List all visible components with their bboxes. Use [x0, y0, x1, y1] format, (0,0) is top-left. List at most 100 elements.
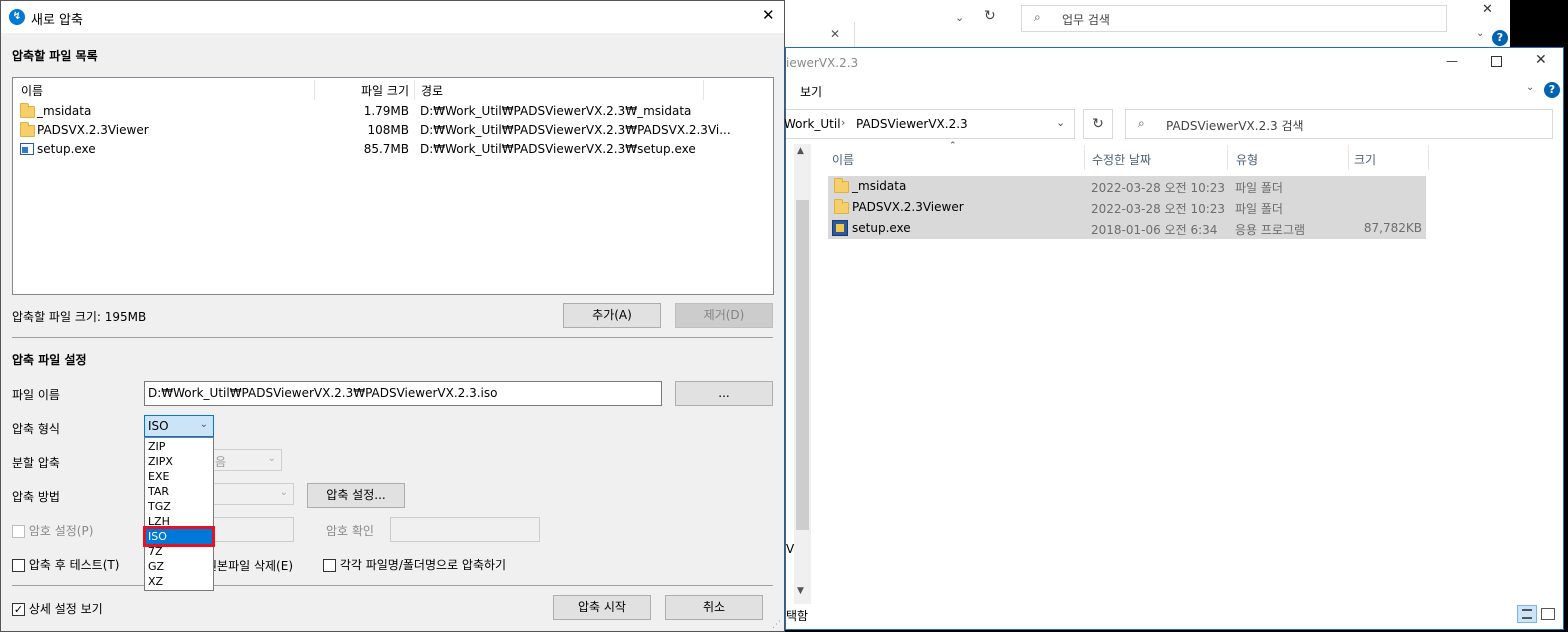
file-list[interactable]: 이름 파일 크기 경로 _msidata 1.79MB D:₩Work_Util…	[12, 77, 774, 295]
format-option-tgz[interactable]: TGZ	[146, 499, 212, 514]
remove-button[interactable]: 제거(D)	[675, 303, 773, 328]
scroll-thumb[interactable]	[796, 200, 809, 530]
format-select[interactable]: ISO ⌄	[144, 415, 214, 437]
checkbox-icon	[12, 525, 25, 538]
address-bar[interactable]: Work_Util › PADSViewerVX.2.3 ⌄	[784, 109, 1075, 139]
bg-search-box[interactable]: ⌕ 업무 검색	[1021, 5, 1447, 32]
section-settings-heading: 압축 파일 설정	[12, 353, 87, 367]
folder-icon	[20, 103, 35, 118]
each-file-label: 각각 파일명/폴더명으로 압축하기	[339, 558, 507, 572]
minimize-icon[interactable]: —	[1446, 54, 1458, 68]
add-button[interactable]: 추가(A)	[563, 303, 661, 328]
file-size: 87,782KB	[1363, 221, 1422, 235]
bg-fragment-close-icon[interactable]: ✕	[830, 27, 840, 41]
address-dropdown-icon[interactable]: ⌄	[1056, 116, 1065, 129]
list-header-size[interactable]: 파일 크기	[315, 82, 409, 99]
folder-icon	[20, 122, 35, 137]
column-header-date[interactable]: 수정한 날짜	[1092, 151, 1151, 168]
method-label: 압축 방법	[12, 490, 60, 504]
split-label: 분할 압축	[12, 456, 60, 470]
chevron-down-icon: ⌄	[279, 487, 288, 498]
delete-original-label[interactable]: 원본파일 삭제(E)	[206, 557, 293, 574]
format-option-zipx[interactable]: ZIPX	[146, 454, 212, 469]
password-label: 암호 설정(P)	[28, 524, 94, 538]
bg-close-icon[interactable]: ✕	[1482, 2, 1493, 17]
filename-label: 파일 이름	[12, 388, 60, 402]
scroll-up-icon[interactable]: ▲	[797, 146, 804, 156]
password-checkbox[interactable]: 암호 설정(P)	[12, 522, 93, 539]
list-header-name[interactable]: 이름	[21, 82, 43, 99]
password-confirm-label: 암호 확인	[326, 524, 374, 538]
test-checkbox[interactable]: 압축 후 테스트(T)	[12, 556, 119, 573]
format-option-7z[interactable]: 7Z	[146, 544, 212, 559]
format-option-zip[interactable]: ZIP	[146, 439, 212, 454]
help-icon[interactable]: ?	[1544, 82, 1560, 98]
close-icon[interactable]: ✕	[1535, 52, 1547, 68]
list-row[interactable]: setup.exe 85.7MB D:₩Work_Util₩PADSViewer…	[13, 140, 773, 159]
maximize-icon[interactable]	[1491, 56, 1502, 67]
password-confirm-input[interactable]	[390, 517, 540, 542]
breadcrumb-separator-icon: ›	[841, 116, 846, 129]
title-bar: ↯ 새로 압축 ✕	[1, 1, 784, 33]
folder-icon	[834, 199, 849, 214]
close-icon[interactable]: ✕	[762, 6, 775, 24]
refresh-button[interactable]: ↻	[1083, 109, 1113, 139]
file-row[interactable]: PADSVX.2.3Viewer 2022-03-28 오전 10:23 파일 …	[828, 197, 1426, 218]
format-option-exe[interactable]: EXE	[146, 469, 212, 484]
bg-search-placeholder: 업무 검색	[1062, 13, 1110, 27]
method-settings-button[interactable]: 압축 설정...	[307, 483, 405, 508]
list-header-path[interactable]: 경로	[421, 82, 443, 99]
bg-expand-chevron-icon[interactable]: ⌄	[1476, 28, 1484, 39]
resize-grip-icon[interactable]: ⋰	[772, 620, 781, 630]
thumbnail-view-icon[interactable]	[1541, 608, 1555, 620]
bg-chevron-down-icon[interactable]: ⌄	[955, 11, 964, 24]
section-files-heading: 압축할 파일 목록	[12, 49, 98, 63]
row-path: D:₩Work_Util₩PADSViewerVX.2.3₩_msidata	[420, 104, 692, 118]
menu-view[interactable]: 보기	[800, 83, 822, 100]
list-row[interactable]: PADSVX.2.3Viewer 108MB D:₩Work_Util₩PADS…	[13, 121, 773, 140]
browse-button[interactable]: ...	[675, 381, 773, 406]
start-button[interactable]: 압축 시작	[553, 595, 651, 620]
file-row[interactable]: _msidata 2022-03-28 오전 10:23 파일 폴더	[828, 176, 1426, 197]
row-name: PADSVX.2.3Viewer	[37, 123, 149, 137]
nav-pane-scrollbar[interactable]: ▲ ▼	[794, 144, 811, 604]
format-option-xz[interactable]: XZ	[146, 574, 212, 589]
divider	[12, 585, 773, 586]
details-view-icon[interactable]	[1517, 605, 1537, 623]
bg-help-icon[interactable]: ?	[1492, 30, 1508, 46]
dialog-title: 새로 압축	[31, 13, 83, 28]
sort-up-icon: ⌃	[949, 141, 957, 151]
cancel-button[interactable]: 취소	[665, 595, 763, 620]
bg-refresh-icon[interactable]: ↻	[984, 8, 996, 24]
app-logo-icon: ↯	[9, 9, 25, 25]
filename-input[interactable]: D:₩Work_Util₩PADSViewerVX.2.3₩PADSViewer…	[144, 381, 662, 406]
scroll-down-icon[interactable]: ▼	[797, 586, 804, 596]
exe-icon	[20, 143, 34, 155]
column-header-size[interactable]: 크기	[1354, 151, 1376, 168]
list-row[interactable]: _msidata 1.79MB D:₩Work_Util₩PADSViewerV…	[13, 102, 773, 121]
breadcrumb-padsviewer[interactable]: PADSViewerVX.2.3	[856, 117, 968, 131]
each-file-checkbox[interactable]: 각각 파일명/폴더명으로 압축하기	[323, 556, 506, 573]
bg-window-fragment: ✕	[785, 22, 855, 48]
ribbon-expand-chevron-icon[interactable]: ⌄	[1526, 82, 1534, 93]
search-placeholder: PADSViewerVX.2.3 검색	[1166, 119, 1304, 133]
details-checkbox[interactable]: ✓ 상세 설정 보기	[12, 600, 103, 617]
breadcrumb-work-util[interactable]: Work_Util	[784, 117, 841, 131]
row-name: setup.exe	[37, 142, 96, 156]
format-option-iso[interactable]: ISO	[143, 526, 215, 547]
column-header-name[interactable]: 이름	[832, 151, 854, 168]
format-option-tar[interactable]: TAR	[146, 484, 212, 499]
file-row[interactable]: setup.exe 2018-01-06 오전 6:34 응용 프로그램 87,…	[828, 218, 1426, 239]
column-header-type[interactable]: 유형	[1236, 151, 1258, 168]
checkbox-icon	[323, 559, 336, 572]
format-option-lzh[interactable]: LZH	[146, 514, 212, 529]
format-label: 압축 형식	[12, 422, 60, 436]
format-dropdown-list[interactable]: ZIP ZIPX EXE TAR TGZ LZH ISO 7Z GZ XZ	[143, 437, 215, 591]
column-divider	[414, 80, 415, 100]
search-box[interactable]: ⌕ PADSViewerVX.2.3 검색	[1125, 109, 1553, 139]
file-name: _msidata	[852, 179, 907, 193]
chevron-down-icon: ⌄	[199, 419, 208, 430]
row-size: 1.79MB	[363, 104, 409, 118]
format-option-gz[interactable]: GZ	[146, 559, 212, 574]
column-divider	[703, 80, 704, 100]
